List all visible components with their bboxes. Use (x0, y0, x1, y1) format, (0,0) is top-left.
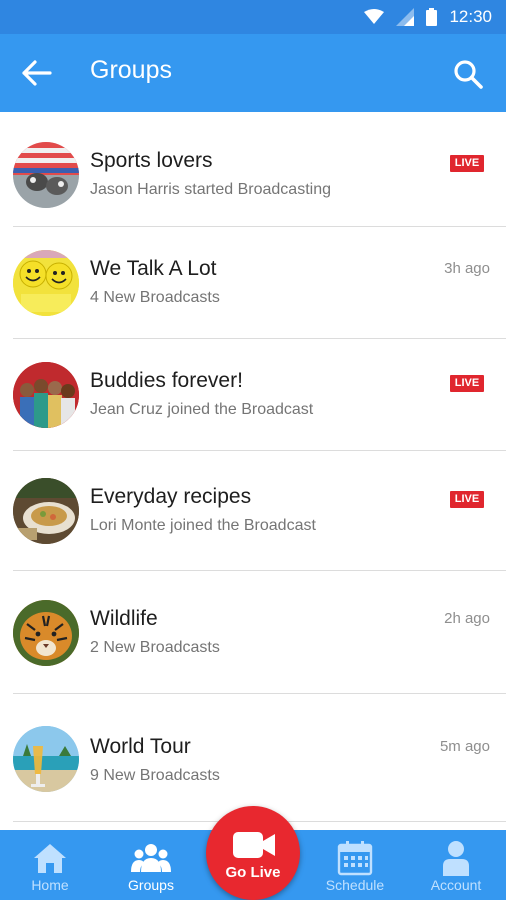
food-avatar (13, 478, 79, 544)
nav-groups[interactable]: Groups (101, 830, 201, 900)
group-name: Buddies forever! (90, 369, 243, 392)
video-camera-icon (233, 832, 275, 858)
smileys-avatar (13, 250, 79, 316)
nav-groups-label: Groups (128, 877, 174, 893)
status-time: 12:30 (449, 7, 492, 26)
group-name: We Talk A Lot (90, 257, 217, 280)
group-activity: 9 New Broadcasts (90, 767, 220, 784)
group-timestamp: 2h ago (444, 610, 490, 627)
group-activity: 2 New Broadcasts (90, 639, 220, 656)
list-item[interactable]: Sports lovers Jason Harris started Broad… (0, 112, 506, 227)
search-icon[interactable] (452, 58, 484, 90)
list-item[interactable]: World Tour 9 New Broadcasts 5m ago (0, 693, 506, 823)
page-title: Groups (90, 56, 172, 84)
group-timestamp: 5m ago (439, 738, 490, 755)
list-item[interactable]: Wildlife 2 New Broadcasts 2h ago (0, 570, 506, 694)
nav-schedule-label: Schedule (325, 877, 385, 893)
app-bar: Groups (0, 34, 506, 112)
home-icon (34, 844, 66, 873)
live-badge: LIVE (450, 155, 484, 172)
wifi-icon (364, 9, 385, 24)
nav-account-label: Account (430, 877, 482, 893)
calendar-icon (337, 841, 373, 876)
back-arrow-icon[interactable] (20, 58, 54, 88)
sports-avatar (13, 142, 79, 208)
list-item[interactable]: Everyday recipes Lori Monte joined the B… (0, 450, 506, 571)
groups-icon (131, 844, 171, 872)
nav-home[interactable]: Home (0, 830, 100, 900)
list-item[interactable]: Buddies forever! Jean Cruz joined the Br… (0, 338, 506, 451)
group-name: Wildlife (90, 607, 158, 630)
group-timestamp: 3h ago (444, 260, 490, 277)
group-name: World Tour (90, 735, 191, 758)
group-name: Sports lovers (90, 149, 213, 172)
friends-avatar (13, 362, 79, 428)
group-activity: 4 New Broadcasts (90, 289, 220, 306)
beach-avatar (13, 726, 79, 792)
live-badge: LIVE (450, 491, 484, 508)
nav-schedule[interactable]: Schedule (305, 830, 405, 900)
group-name: Everyday recipes (90, 485, 252, 508)
group-activity: Jean Cruz joined the Broadcast (90, 401, 314, 418)
nav-home-label: Home (31, 877, 69, 893)
account-icon (443, 841, 469, 876)
group-activity: Lori Monte joined the Broadcast (90, 517, 316, 534)
status-bar: 12:30 (0, 0, 506, 34)
tiger-avatar (13, 600, 79, 666)
go-live-button[interactable]: Go Live (206, 806, 300, 900)
go-live-label: Go Live (225, 864, 281, 881)
live-badge: LIVE (450, 375, 484, 392)
list-item[interactable]: We Talk A Lot 4 New Broadcasts 3h ago (0, 226, 506, 339)
signal-icon (396, 8, 415, 26)
group-activity: Jason Harris started Broadcasting (90, 181, 331, 198)
battery-icon (426, 8, 438, 26)
nav-account[interactable]: Account (406, 830, 506, 900)
